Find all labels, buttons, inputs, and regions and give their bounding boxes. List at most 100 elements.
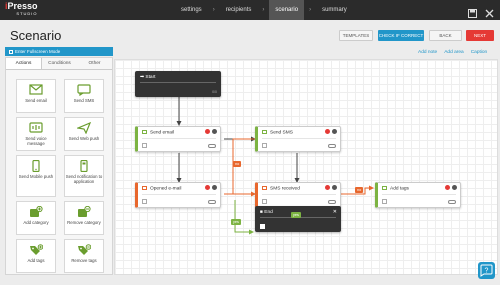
app-logo: iPresso STUDIO xyxy=(5,2,38,17)
settings-icon[interactable] xyxy=(205,129,210,134)
node-title: Send email xyxy=(150,130,174,136)
save-icon[interactable] xyxy=(468,5,477,18)
svg-text:?: ? xyxy=(485,268,489,275)
fullscreen-icon xyxy=(9,49,13,54)
nav-settings[interactable]: settings xyxy=(175,0,208,20)
tile-send-sms[interactable]: Send SMS xyxy=(64,79,104,113)
tile-label: Remove tags xyxy=(71,258,97,263)
close-icon[interactable] xyxy=(332,185,337,190)
tile-remove-tags[interactable]: Remove tags xyxy=(64,239,104,273)
settings-icon[interactable] xyxy=(445,185,450,190)
nav-separator: › xyxy=(212,7,215,13)
node-title: Send SMS xyxy=(270,130,293,136)
tile-label: Send voice message xyxy=(25,136,47,146)
back-button[interactable]: BACK xyxy=(429,30,462,41)
close-icon[interactable] xyxy=(332,129,337,134)
close-icon[interactable] xyxy=(212,129,217,134)
remove-category-icon xyxy=(78,206,91,217)
nav-scenario[interactable]: scenario xyxy=(269,0,305,20)
node-divider xyxy=(142,138,216,139)
tab-actions[interactable]: Actions xyxy=(6,58,42,69)
fullscreen-button[interactable]: Enter Fullscreen Mode xyxy=(5,47,113,56)
end-node[interactable]: ■ End ✕ xyxy=(255,206,341,232)
node-actions xyxy=(445,185,457,190)
tile-send-mobile-push[interactable]: Send Mobile push xyxy=(16,155,56,197)
node-divider xyxy=(262,194,336,195)
node-title: Opened e-mail xyxy=(150,186,182,192)
tile-add-tags[interactable]: Add tags xyxy=(16,239,56,273)
start-icon: ➡ xyxy=(140,75,145,80)
settings-icon[interactable] xyxy=(205,185,210,190)
start-title: Start xyxy=(145,75,156,80)
tile-label: Remove category xyxy=(67,220,101,225)
start-node[interactable]: ➡ Start 0/0 xyxy=(135,71,221,97)
node-toggle[interactable] xyxy=(208,200,216,204)
settings-icon[interactable] xyxy=(325,185,330,190)
tag-no: no xyxy=(355,187,364,193)
add-tags-icon xyxy=(30,244,43,255)
scenario-canvas[interactable]: ➡ Start 0/0 Send email Send SMS Opened e… xyxy=(114,59,498,275)
tile-label: Send notification to application xyxy=(65,174,103,184)
node-send-sms[interactable]: Send SMS xyxy=(255,126,341,152)
tab-conditions[interactable]: Conditions xyxy=(42,58,77,69)
nav-recipients[interactable]: recipients xyxy=(220,0,258,20)
tile-send-web-push[interactable]: Send Web push xyxy=(64,117,104,151)
mobile-push-icon xyxy=(32,160,40,172)
nav-separator: › xyxy=(309,7,312,13)
tag-yes: yes xyxy=(231,219,241,225)
node-toggle[interactable] xyxy=(208,144,216,148)
add-category-icon xyxy=(30,206,43,217)
close-icon[interactable] xyxy=(485,5,494,18)
check-if-correct-button[interactable]: CHECK IF CORRECT xyxy=(378,30,424,41)
tile-send-voice-message[interactable]: Send voice message xyxy=(16,117,56,151)
tile-remove-category[interactable]: Remove category xyxy=(64,201,104,235)
close-icon[interactable] xyxy=(212,185,217,190)
tab-other[interactable]: Other xyxy=(77,58,112,69)
node-actions xyxy=(205,129,217,134)
node-opened-email[interactable]: Opened e-mail xyxy=(135,182,221,208)
canvas-links: Add note Add area Caption xyxy=(418,50,487,55)
top-bar: iPresso STUDIO settings › recipients › s… xyxy=(0,0,500,20)
node-sms-received[interactable]: SMS received xyxy=(255,182,341,208)
add-note-link[interactable]: Add note xyxy=(418,50,437,55)
caption-link[interactable]: Caption xyxy=(471,50,488,55)
toolbox-panel: Actions Conditions Other Send email Send… xyxy=(5,57,113,275)
tile-label: Add category xyxy=(23,220,49,225)
node-checkbox[interactable] xyxy=(262,199,267,204)
actions-grid: Send email Send SMS Send voice message S… xyxy=(16,79,104,273)
window-controls xyxy=(468,5,494,18)
node-send-email[interactable]: Send email xyxy=(135,126,221,152)
add-area-link[interactable]: Add area xyxy=(444,50,463,55)
next-button[interactable]: NEXT xyxy=(466,30,494,41)
node-toggle[interactable] xyxy=(448,200,456,204)
node-checkbox[interactable] xyxy=(260,224,265,229)
node-checkbox[interactable] xyxy=(262,143,267,148)
node-toggle[interactable] xyxy=(328,200,336,204)
app-notification-icon xyxy=(80,160,88,172)
node-divider xyxy=(140,82,216,83)
node-checkbox[interactable] xyxy=(142,199,147,204)
tile-send-email[interactable]: Send email xyxy=(16,79,56,113)
node-divider xyxy=(382,194,456,195)
end-icon: ■ xyxy=(260,210,263,215)
page-title: Scenario xyxy=(10,28,62,43)
settings-icon[interactable] xyxy=(325,129,330,134)
node-checkbox[interactable] xyxy=(142,143,147,148)
node-checkbox[interactable] xyxy=(382,199,387,204)
help-button[interactable]: ? xyxy=(478,262,495,279)
node-add-tags[interactable]: Add tags xyxy=(375,182,461,208)
sms-received-icon xyxy=(262,186,267,190)
close-icon[interactable]: ✕ xyxy=(333,209,337,215)
tile-add-category[interactable]: Add category xyxy=(16,201,56,235)
tile-label: Send Web push xyxy=(68,136,100,141)
close-icon[interactable] xyxy=(452,185,457,190)
tag-no: no xyxy=(233,161,242,167)
nav-separator: › xyxy=(262,7,265,13)
node-toggle[interactable] xyxy=(328,144,336,148)
remove-tags-icon xyxy=(78,244,91,255)
templates-button[interactable]: TEMPLATES xyxy=(339,30,373,41)
tile-label: Add tags xyxy=(27,258,45,263)
tile-send-notification[interactable]: Send notification to application xyxy=(64,155,104,197)
nav-summary[interactable]: summary xyxy=(316,0,353,20)
logo-subtitle: STUDIO xyxy=(16,11,38,16)
